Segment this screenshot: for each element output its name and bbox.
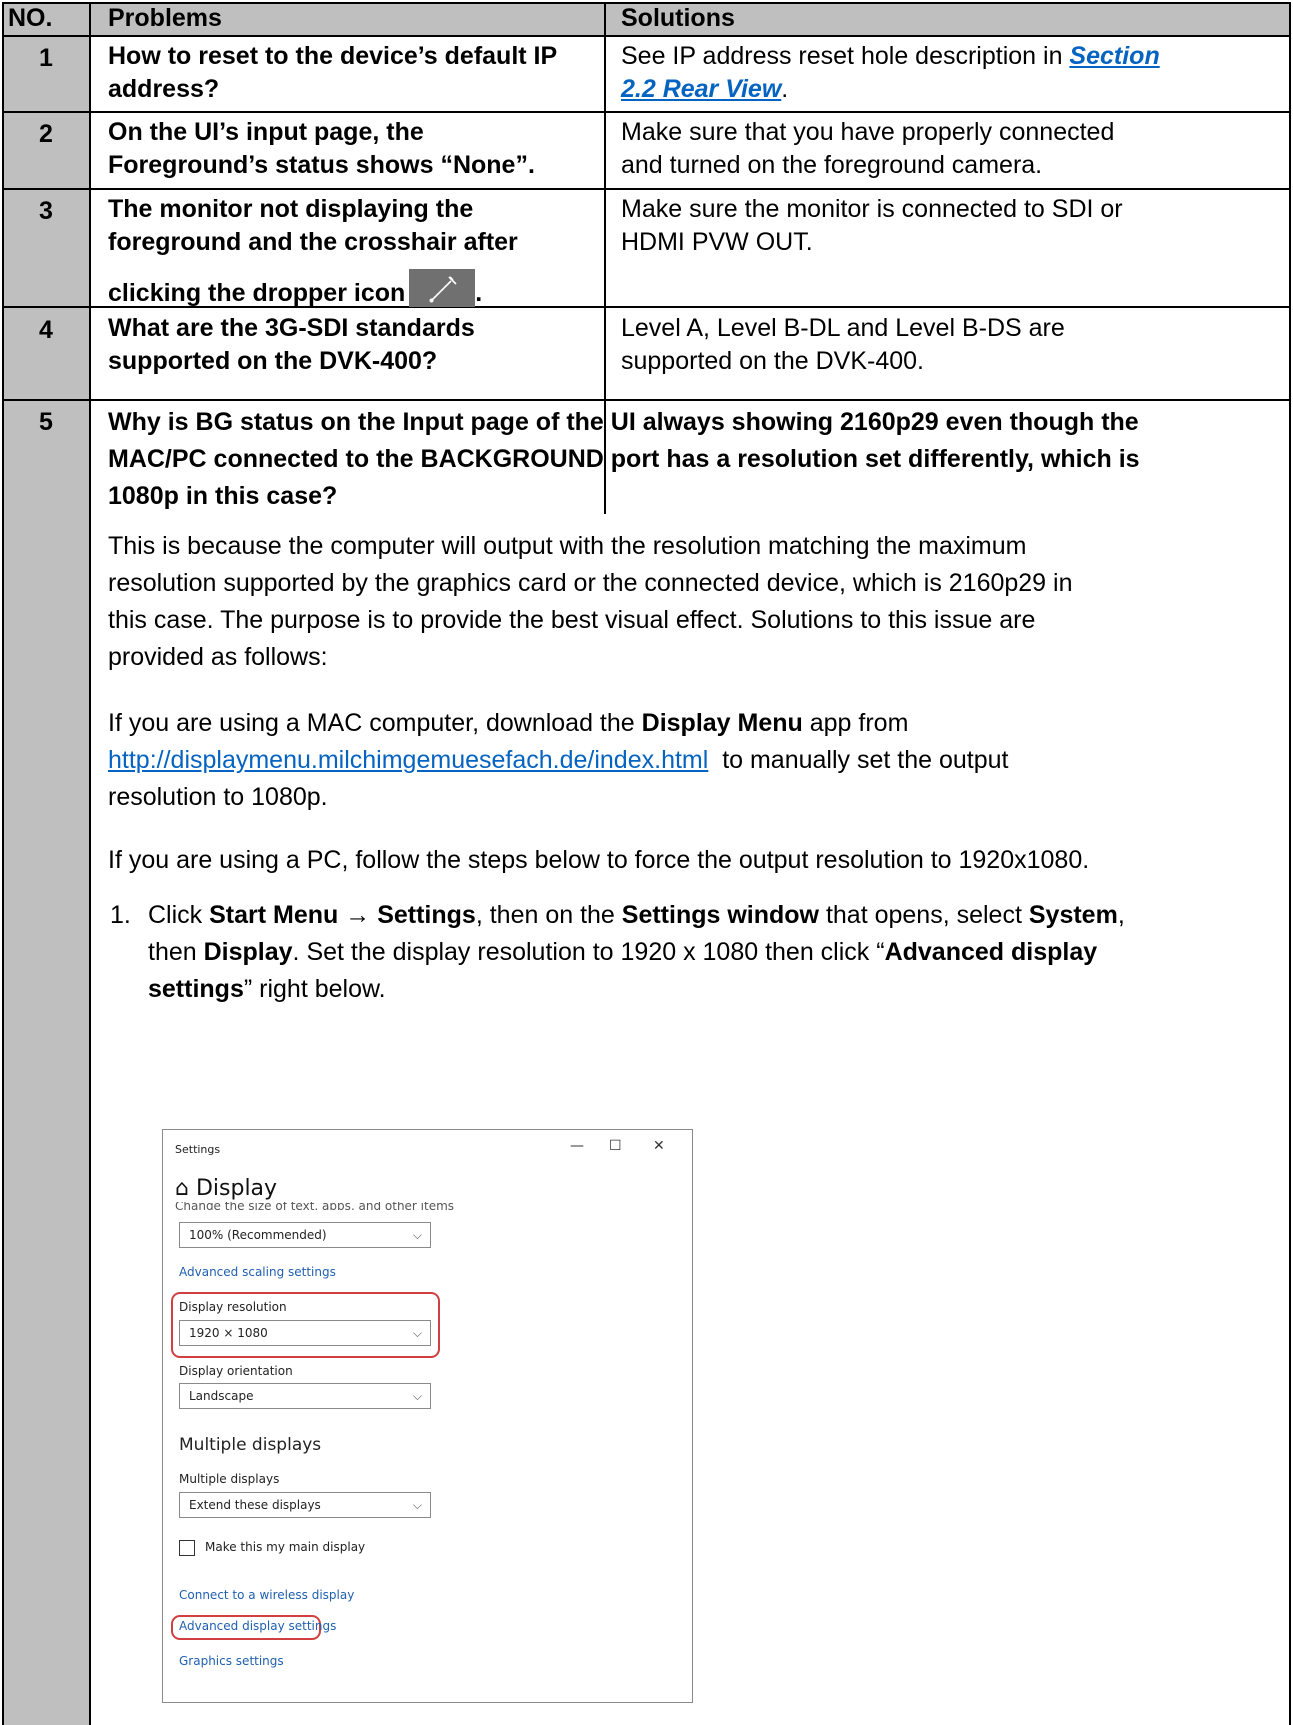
row-divider bbox=[2, 111, 1291, 113]
close-icon[interactable]: ✕ bbox=[653, 1138, 665, 1154]
step-number: 1. bbox=[110, 901, 131, 929]
multiple-displays-label: Multiple displays bbox=[179, 1472, 280, 1486]
row-number: 1 bbox=[39, 44, 53, 72]
problem-text: How to reset to the device’s default IP a… bbox=[108, 42, 558, 103]
column-divider-1 bbox=[89, 2, 91, 1725]
header-problems: Problems bbox=[108, 4, 222, 32]
table-border-right bbox=[1289, 2, 1291, 1725]
chevron-down-icon: ⌵ bbox=[412, 1389, 422, 1403]
row-divider bbox=[2, 399, 1291, 401]
faq-table: NO. Problems Solutions 1 How to reset to… bbox=[0, 0, 1293, 1725]
header-no: NO. bbox=[8, 4, 53, 32]
pc-instructions: If you are using a PC, follow the steps … bbox=[108, 846, 1090, 874]
dropper-icon bbox=[409, 269, 476, 307]
display-resolution-label: Display resolution bbox=[179, 1300, 287, 1314]
solution-text: Make sure that you have properly connect… bbox=[621, 118, 1115, 179]
problem-text: What are the 3G-SDI standards supported o… bbox=[108, 314, 475, 375]
solution-text: Level A, Level B-DL and Level B-DS are su… bbox=[621, 314, 1065, 375]
wireless-display-link[interactable]: Connect to a wireless display bbox=[179, 1588, 354, 1602]
maximize-icon[interactable]: ☐ bbox=[609, 1138, 622, 1154]
problem-text: On the UI’s input page, the Foreground’s … bbox=[108, 118, 535, 179]
display-heading: ⌂ Display bbox=[175, 1176, 278, 1201]
explanation-paragraph: This is because the computer will output… bbox=[108, 532, 1073, 671]
chevron-down-icon: ⌵ bbox=[412, 1498, 422, 1512]
mac-instructions: If you are using a MAC computer, downloa… bbox=[108, 709, 1009, 811]
question-text: Why is BG status on the Input page of th… bbox=[108, 408, 1140, 510]
section-link[interactable]: Section bbox=[1069, 42, 1159, 70]
row-number: 5 bbox=[39, 408, 53, 436]
settings-window-screenshot: Settings — ☐ ✕ ⌂ Display Change the size… bbox=[162, 1129, 693, 1703]
table-border-left bbox=[2, 2, 4, 1725]
graphics-settings-link[interactable]: Graphics settings bbox=[179, 1654, 284, 1668]
problem-text: The monitor not displaying the foregroun… bbox=[108, 195, 518, 307]
minimize-icon[interactable]: — bbox=[570, 1138, 584, 1154]
header-solutions: Solutions bbox=[621, 4, 735, 32]
row-number: 2 bbox=[39, 120, 53, 148]
main-display-checkbox[interactable] bbox=[179, 1540, 195, 1556]
row-divider bbox=[2, 188, 1291, 190]
main-display-label: Make this my main display bbox=[205, 1540, 366, 1554]
solution-text: See IP address reset hole description in… bbox=[621, 42, 1160, 103]
advanced-display-settings-link[interactable]: Advanced display settings bbox=[179, 1619, 336, 1633]
window-title: Settings bbox=[175, 1143, 221, 1156]
scale-select[interactable]: 100% (Recommended) ⌵ bbox=[179, 1222, 431, 1248]
row-number: 4 bbox=[39, 316, 53, 344]
display-menu-url[interactable]: http://displaymenu.milchimgemuesefach.de… bbox=[108, 746, 708, 774]
section-link[interactable]: 2.2 Rear View bbox=[621, 75, 781, 103]
orientation-label: Display orientation bbox=[179, 1364, 293, 1378]
multiple-displays-select[interactable]: Extend these displays ⌵ bbox=[179, 1492, 431, 1518]
chevron-down-icon: ⌵ bbox=[412, 1228, 422, 1242]
row-number: 3 bbox=[39, 197, 53, 225]
advanced-scaling-link[interactable]: Advanced scaling settings bbox=[179, 1265, 336, 1279]
resolution-select[interactable]: 1920 × 1080 ⌵ bbox=[179, 1320, 431, 1346]
multiple-displays-heading: Multiple displays bbox=[179, 1435, 322, 1455]
number-column-shading bbox=[3, 3, 90, 1725]
chevron-down-icon: ⌵ bbox=[412, 1326, 422, 1340]
row-divider bbox=[2, 35, 1291, 37]
orientation-select[interactable]: Landscape ⌵ bbox=[179, 1383, 431, 1409]
solution-text: Make sure the monitor is connected to SD… bbox=[621, 195, 1123, 256]
step-1-text: Click Start Menu → Settings, then on the… bbox=[148, 901, 1125, 1003]
clipped-caption: Change the size of text, apps, and other… bbox=[175, 1202, 455, 1210]
